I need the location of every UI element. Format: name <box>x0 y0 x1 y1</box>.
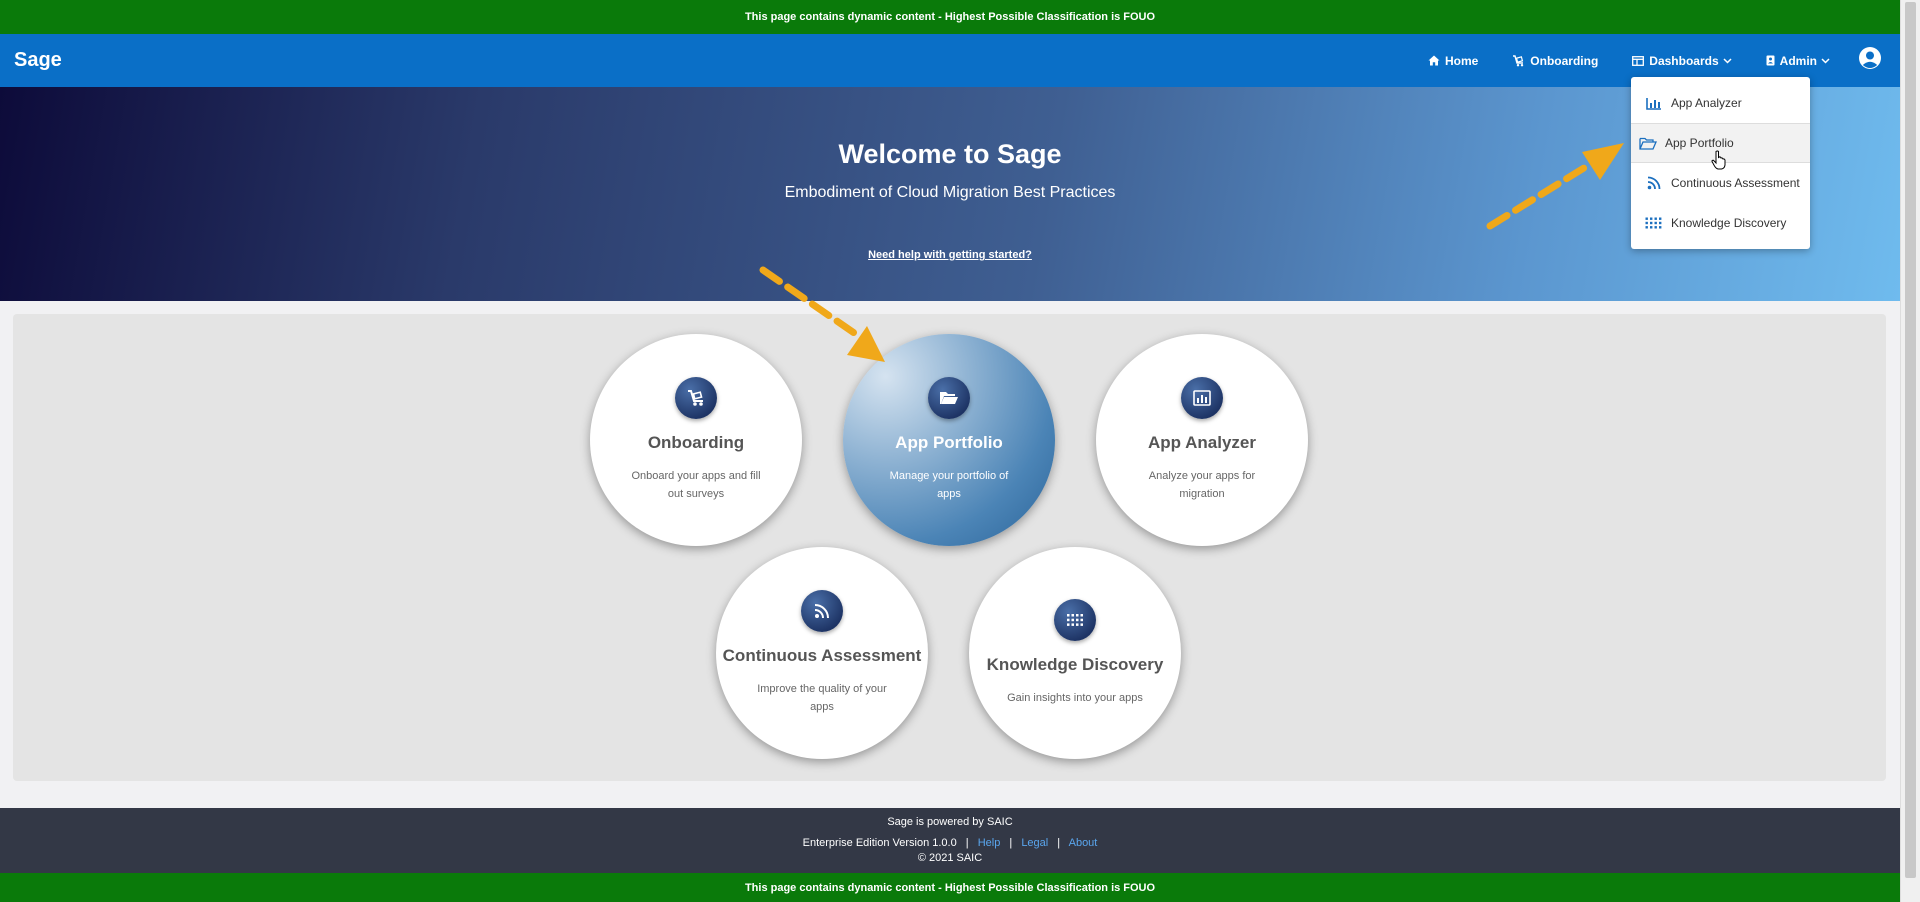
grid-dots-icon <box>1645 217 1663 229</box>
grid-dots-icon <box>1054 599 1096 641</box>
card-app-portfolio[interactable]: App Portfolio Manage your portfolio of a… <box>843 334 1055 546</box>
dropdown-item-app-analyzer[interactable]: App Analyzer <box>1631 83 1810 123</box>
chevron-down-icon <box>1821 57 1830 64</box>
onboarding-icon <box>1512 54 1525 67</box>
footer-version: Enterprise Edition Version 1.0.0 <box>802 837 957 849</box>
classification-banner-top: This page contains dynamic content - Hig… <box>0 0 1900 34</box>
card-title: App Portfolio <box>895 433 1003 452</box>
page: This page contains dynamic content - Hig… <box>0 0 1900 902</box>
navbar: Sage Home Onboarding Dashboards Admin <box>0 34 1900 87</box>
classification-level: FOUO <box>1123 11 1156 23</box>
card-description: Analyze your apps for migration <box>1148 470 1256 500</box>
classification-text: This page contains dynamic content - Hig… <box>744 11 1121 23</box>
home-icon <box>1428 55 1440 66</box>
rss-icon <box>1645 176 1663 190</box>
bar-chart-icon <box>1181 377 1223 419</box>
footer-about-link[interactable]: About <box>1069 837 1098 849</box>
footer-separator: | <box>1057 837 1061 849</box>
nav-admin[interactable]: Admin <box>1766 54 1830 68</box>
vertical-scrollbar[interactable] <box>1900 0 1920 902</box>
help-getting-started-link[interactable]: Need help with getting started? <box>868 249 1032 261</box>
admin-icon <box>1766 55 1775 66</box>
scrollbar-thumb[interactable] <box>1905 2 1916 878</box>
nav-dashboards-label: Dashboards <box>1649 53 1719 68</box>
nav-onboarding-label: Onboarding <box>1530 53 1599 68</box>
hero-subtitle: Embodiment of Cloud Migration Best Pract… <box>784 184 1116 201</box>
dropdown-item-label: Continuous Assessment <box>1671 176 1800 190</box>
dashboard-icon <box>1632 55 1645 66</box>
footer-legal-link[interactable]: Legal <box>1021 837 1048 849</box>
onboarding-icon <box>675 377 717 419</box>
footer-separator: | <box>1009 837 1013 849</box>
hand-cursor-icon <box>1711 150 1727 175</box>
folder-open-icon <box>1639 137 1657 150</box>
chevron-down-icon <box>1723 57 1732 64</box>
brand-logo[interactable]: Sage <box>14 49 62 72</box>
footer-powered-by: Sage is powered by SAIC <box>887 816 1013 828</box>
folder-open-icon <box>928 377 970 419</box>
card-title: App Analyzer <box>1147 433 1256 452</box>
footer-links-row: Enterprise Edition Version 1.0.0 | Help … <box>0 837 1900 849</box>
nav-dashboards[interactable]: Dashboards <box>1632 53 1732 68</box>
footer: Sage is powered by SAIC Enterprise Editi… <box>0 808 1900 873</box>
rss-icon <box>801 590 843 632</box>
footer-separator: | <box>965 837 969 849</box>
dropdown-item-knowledge-discovery[interactable]: Knowledge Discovery <box>1631 203 1810 243</box>
nav-home[interactable]: Home <box>1428 54 1478 68</box>
dropdown-item-label: App Portfolio <box>1665 136 1734 150</box>
footer-help-link[interactable]: Help <box>978 837 1001 849</box>
user-menu-button[interactable] <box>1858 46 1882 75</box>
card-description: Onboard your apps and fill out surveys <box>631 470 761 500</box>
user-circle-icon <box>1858 46 1882 75</box>
hero-title: Welcome to Sage <box>838 139 1062 169</box>
card-onboarding[interactable]: Onboarding Onboard your apps and fill ou… <box>590 334 802 546</box>
classification-banner-bottom: This page contains dynamic content - Hig… <box>0 873 1900 902</box>
card-app-analyzer[interactable]: App Analyzer Analyze your apps for migra… <box>1096 334 1308 546</box>
card-continuous-assessment[interactable]: Continuous Assessment Improve the qualit… <box>716 547 928 759</box>
bar-chart-icon <box>1645 97 1663 110</box>
card-description: Manage your portfolio of apps <box>889 470 1009 500</box>
nav-onboarding[interactable]: Onboarding <box>1512 54 1598 68</box>
card-knowledge-discovery[interactable]: Knowledge Discovery Gain insights into y… <box>969 547 1181 759</box>
nav-home-label: Home <box>1444 53 1479 68</box>
classification-level: FOUO <box>1123 881 1156 894</box>
dropdown-item-label: App Analyzer <box>1671 96 1742 110</box>
card-title: Continuous Assessment <box>722 646 922 665</box>
hero-banner: Welcome to Sage Embodiment of Cloud Migr… <box>0 87 1900 301</box>
card-description: Gain insights into your apps <box>1007 692 1143 704</box>
footer-copyright: © 2021 SAIC <box>917 852 983 864</box>
nav-admin-label: Admin <box>1779 53 1817 68</box>
card-title: Onboarding <box>647 433 745 452</box>
dropdown-item-label: Knowledge Discovery <box>1671 216 1787 230</box>
card-description: Improve the quality of your apps <box>757 683 887 713</box>
card-title: Knowledge Discovery <box>986 655 1164 674</box>
classification-text: This page contains dynamic content - Hig… <box>744 881 1121 894</box>
